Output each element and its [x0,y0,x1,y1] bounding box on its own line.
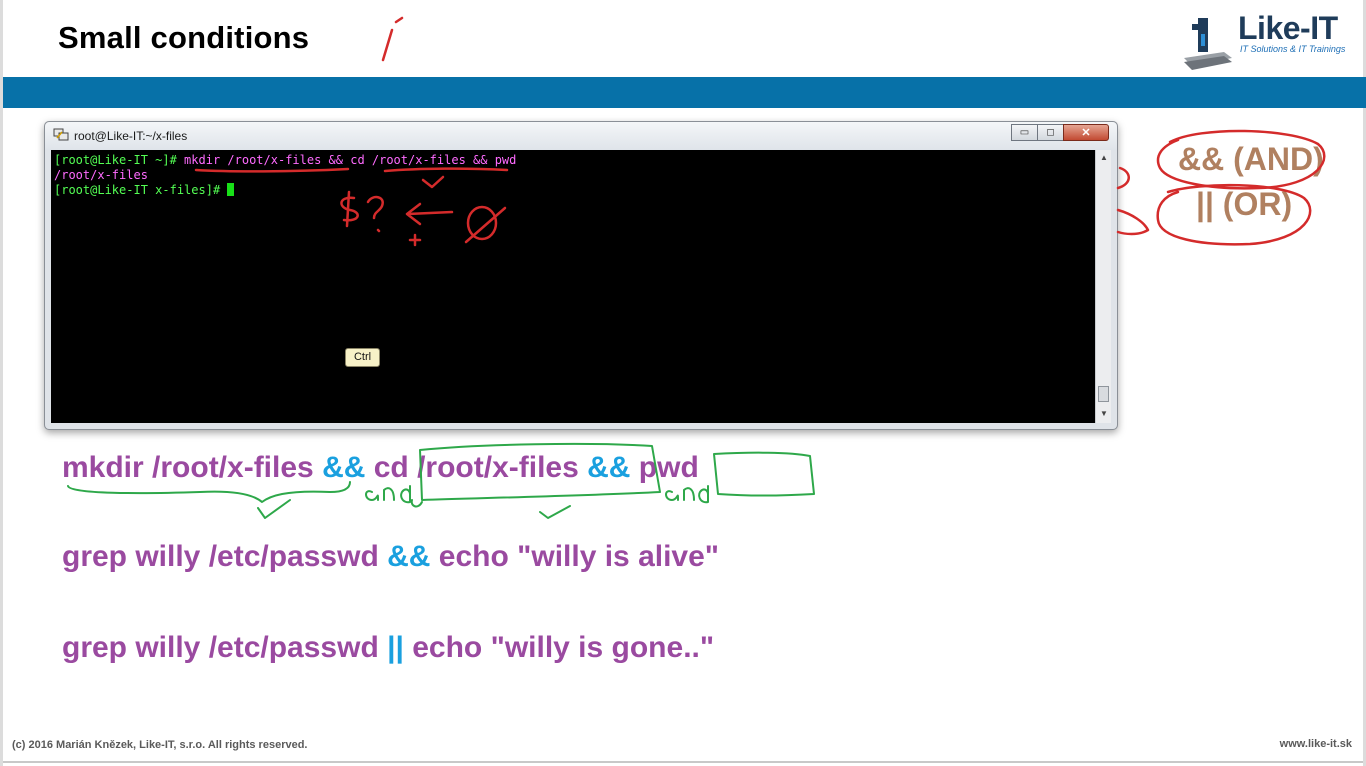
ink-mark [381,16,404,62]
example-text: cd /root/x-files [365,451,588,484]
ink-check [257,499,291,519]
and-legend: && (AND) [1178,141,1324,177]
close-button[interactable]: ✕ [1063,124,1109,141]
maximize-button[interactable]: ◻ [1037,124,1064,141]
terminal-prompt: [root@Like-IT x-files]# [54,183,228,197]
scrollbar-thumb[interactable] [1098,386,1109,402]
terminal-window[interactable]: root@Like-IT:~/x-files ▭ ◻ ✕ [root@Like-… [44,121,1118,430]
terminal-line: /root/x-files [54,168,1097,183]
slide-title: Small conditions [58,20,310,55]
ink-box-pwd [713,451,815,497]
logo-tagline: IT Solutions & IT Trainings [1240,44,1346,54]
example-text: mkdir /root/x-files [62,451,323,484]
terminal-line: [root@Like-IT x-files]# [54,183,1097,198]
slide-left-border [0,0,3,766]
terminal-line: [root@Like-IT ~]# mkdir /root/x-files &&… [54,153,1097,168]
terminal-scrollbar[interactable]: ▲ ▼ [1095,150,1111,423]
example-line-3: grep willy /etc/passwd || echo "willy is… [62,631,714,665]
terminal-output: /root/x-files [54,168,148,182]
footer-url[interactable]: www.like-it.sk [1280,738,1352,750]
ink-word-and [365,485,411,504]
bottom-divider [3,761,1363,763]
ink-brace [67,481,351,503]
ink-check [539,505,571,519]
example-text: grep willy /etc/passwd [62,540,388,573]
logo-mark-icon [1184,18,1232,70]
ctrl-key-tooltip: Ctrl [345,348,380,367]
ink-hook [410,499,423,508]
window-controls: ▭ ◻ ✕ [1011,124,1109,141]
terminal-titlebar[interactable]: root@Like-IT:~/x-files ▭ ◻ ✕ [45,122,1117,150]
header-band [3,77,1366,108]
like-it-logo: Like-IT IT Solutions & IT Trainings [1180,10,1360,72]
logo-name: Like-IT [1238,10,1338,46]
example-text: grep willy /etc/passwd [62,631,388,664]
example-line-1: mkdir /root/x-files && cd /root/x-files … [62,451,699,485]
example-text: pwd [630,451,699,484]
or-operator: || [387,631,404,664]
and-operator: && [587,451,631,484]
scroll-down-icon[interactable]: ▼ [1098,408,1110,420]
example-text: echo "willy is alive" [430,540,720,573]
footer-copyright: (c) 2016 Marián Knězek, Like-IT, s.r.o. … [12,739,308,751]
terminal-title: root@Like-IT:~/x-files [74,129,188,143]
terminal-prompt: [root@Like-IT ~]# [54,153,185,167]
scroll-up-icon[interactable]: ▲ [1098,152,1110,164]
example-text: echo "willy is gone.." [403,631,715,664]
ink-word-and [665,485,709,504]
and-operator: && [322,451,366,484]
or-legend: || (OR) [1196,186,1293,222]
and-operator: && [387,540,431,573]
terminal-cursor [227,183,235,196]
putty-icon [53,128,69,141]
terminal-screen[interactable]: [root@Like-IT ~]# mkdir /root/x-files &&… [51,150,1097,423]
terminal-command: mkdir /root/x-files && cd /root/x-files … [184,153,517,167]
ink-bracket [1116,166,1150,236]
example-line-2: grep willy /etc/passwd && echo "willy is… [62,540,719,574]
minimize-button[interactable]: ▭ [1011,124,1038,141]
